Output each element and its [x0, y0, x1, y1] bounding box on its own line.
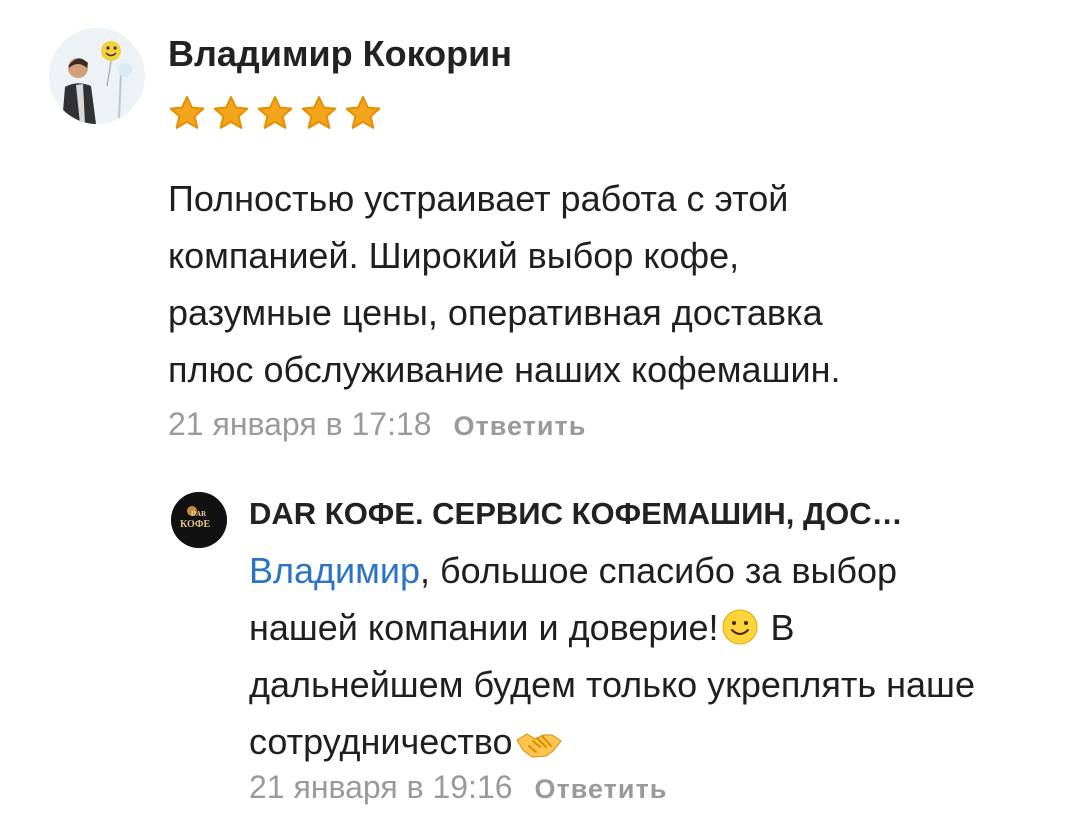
smile-icon: [721, 608, 759, 646]
review-text: Полностью устраивает работа с этой компа…: [168, 178, 841, 390]
star-icon: [345, 96, 381, 129]
star-icon: [213, 96, 249, 129]
answer-reply-button[interactable]: Ответить: [535, 774, 668, 804]
handshake-icon: [515, 726, 563, 760]
svg-text:DAR: DAR: [191, 510, 207, 518]
company-answer-text: Владимир, большое спасибо за выбор нашей…: [249, 542, 1009, 770]
star-icon: [301, 96, 337, 129]
author-avatar[interactable]: [49, 28, 145, 124]
svg-text:КОФЕ: КОФЕ: [180, 519, 210, 530]
review-author-name[interactable]: Владимир Кокорин: [168, 33, 512, 75]
star-icon: [169, 96, 205, 129]
review-thread: Владимир Кокорин Полностью устраивает ра…: [0, 0, 1080, 819]
review-rating-stars: [167, 94, 383, 134]
mentioned-user-link[interactable]: Владимир: [249, 550, 420, 591]
company-name[interactable]: DAR КОФЕ. СЕРВИС КОФЕМАШИН, ДОС…: [249, 493, 1029, 535]
review-meta: 21 января в 17:18 Ответить: [168, 404, 586, 446]
reply-button[interactable]: Ответить: [454, 411, 587, 441]
star-icon: [257, 96, 293, 129]
company-avatar[interactable]: DAR КОФЕ: [171, 492, 227, 548]
review-date: 21 января в 17:18: [168, 406, 432, 442]
answer-meta: 21 января в 19:16 Ответить: [249, 767, 667, 809]
answer-date: 21 января в 19:16: [249, 769, 513, 805]
